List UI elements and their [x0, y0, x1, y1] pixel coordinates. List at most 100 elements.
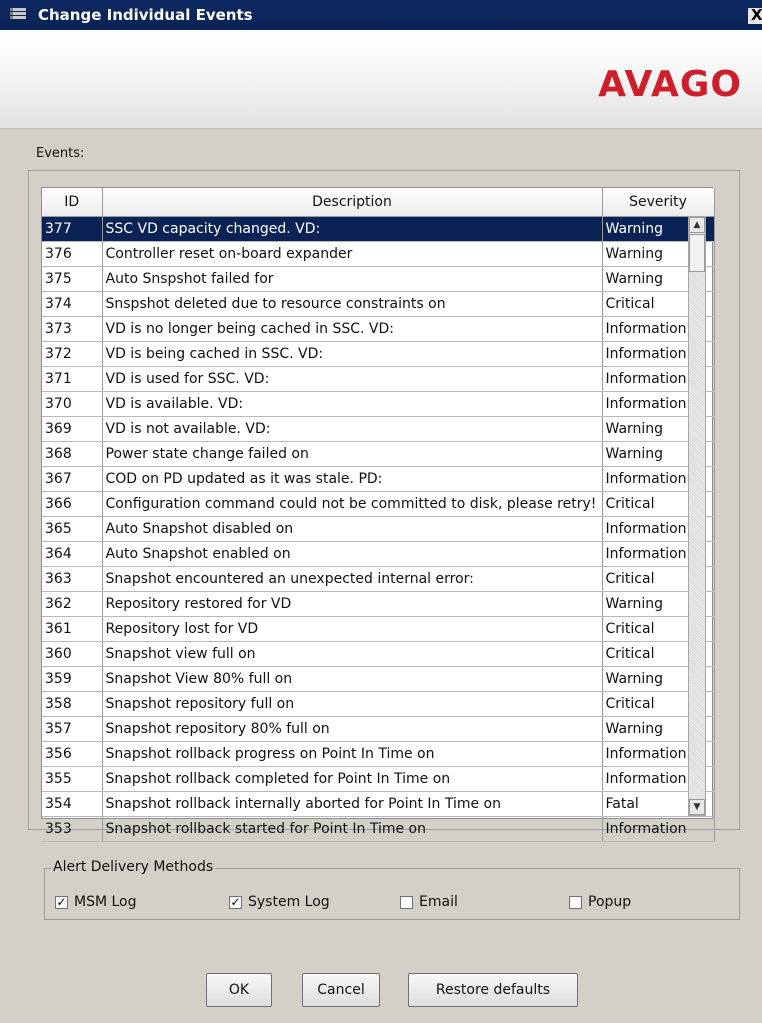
events-label: Events:: [36, 146, 85, 161]
popup-label: Popup: [588, 894, 632, 910]
event-id-cell: 376: [42, 241, 103, 267]
ok-button[interactable]: OK: [206, 973, 272, 1007]
event-id-cell: 377: [42, 216, 103, 242]
alert-delivery-group: Alert Delivery Methods ✓ MSM Log ✓ Syste…: [44, 859, 740, 920]
event-id-cell: 362: [42, 591, 103, 617]
system-log-check-icon[interactable]: ✓: [229, 895, 242, 909]
close-button[interactable]: X: [748, 8, 762, 24]
table-row[interactable]: 360 Snapshot view full on Critical: [42, 641, 715, 667]
event-description-cell: Snspshot deleted due to resource constra…: [102, 291, 603, 317]
column-header-id[interactable]: ID: [42, 188, 103, 217]
email-check-icon[interactable]: [400, 895, 413, 909]
table-row[interactable]: 373 VD is no longer being cached in SSC. …: [42, 316, 715, 342]
table-row[interactable]: 353 Snapshot rollback started for Point I…: [42, 816, 715, 842]
scroll-thumb[interactable]: [689, 234, 705, 272]
event-description-cell: VD is no longer being cached in SSC. VD:: [102, 316, 603, 342]
events-panel: ID Description Severity 377 SSC VD capaci…: [28, 170, 740, 842]
event-description-cell: VD is being cached in SSC. VD:: [102, 341, 603, 367]
event-id-cell: 370: [42, 391, 103, 417]
event-id-cell: 369: [42, 416, 103, 442]
scroll-down-button[interactable]: ▼: [689, 799, 705, 815]
event-description-cell: VD is available. VD:: [102, 391, 603, 417]
scroll-up-button[interactable]: ▲: [689, 217, 705, 233]
table-row[interactable]: 362 Repository restored for VD Warning: [42, 591, 715, 617]
events-scrollbar[interactable]: ▲ ▼: [688, 216, 706, 816]
event-id-cell: 364: [42, 541, 103, 567]
system-log-label: System Log: [248, 894, 330, 910]
app-icon: [10, 8, 26, 22]
event-description-cell: Repository restored for VD: [102, 591, 603, 617]
event-id-cell: 357: [42, 716, 103, 742]
events-table: ID Description Severity 377 SSC VD capaci…: [41, 187, 715, 842]
table-row[interactable]: 376 Controller reset on-board expander War…: [42, 241, 715, 267]
table-row[interactable]: 370 VD is available. VD: Information: [42, 391, 715, 417]
table-row[interactable]: 363 Snapshot encountered an unexpected in…: [42, 566, 715, 592]
table-row[interactable]: 357 Snapshot repository 80% full on Warnin…: [42, 716, 715, 742]
system-log-checkbox[interactable]: ✓ System Log: [229, 894, 330, 910]
event-description-cell: Snapshot repository 80% full on: [102, 716, 603, 742]
event-id-cell: 359: [42, 666, 103, 692]
event-description-cell: Power state change failed on: [102, 441, 603, 467]
event-description-cell: Auto Snspshot failed for: [102, 266, 603, 292]
popup-checkbox[interactable]: Popup: [569, 894, 631, 910]
event-id-cell: 360: [42, 641, 103, 667]
table-row[interactable]: 356 Snapshot rollback progress on Point I…: [42, 741, 715, 767]
event-id-cell: 363: [42, 566, 103, 592]
table-row[interactable]: 377 SSC VD capacity changed. VD: Warning: [42, 216, 715, 242]
table-row[interactable]: 371 VD is used for SSC. VD: Information: [42, 366, 715, 392]
popup-check-icon[interactable]: [569, 895, 582, 909]
table-row[interactable]: 375 Auto Snspshot failed for Warning: [42, 266, 715, 292]
msm-log-check-icon[interactable]: ✓: [55, 895, 68, 909]
event-description-cell: VD is used for SSC. VD:: [102, 366, 603, 392]
table-row[interactable]: 359 Snapshot View 80% full on Warning: [42, 666, 715, 692]
alert-delivery-legend: Alert Delivery Methods: [51, 859, 216, 875]
event-description-cell: Snapshot rollback completed for Point In…: [102, 766, 603, 792]
column-header-description[interactable]: Description: [102, 188, 603, 217]
table-row[interactable]: 364 Auto Snapshot enabled on Information: [42, 541, 715, 567]
event-id-cell: 358: [42, 691, 103, 717]
event-id-cell: 373: [42, 316, 103, 342]
event-description-cell: COD on PD updated as it was stale. PD:: [102, 466, 603, 492]
event-description-cell: Repository lost for VD: [102, 616, 603, 642]
event-id-cell: 367: [42, 466, 103, 492]
table-row[interactable]: 366 Configuration command could not be co…: [42, 491, 715, 517]
event-id-cell: 374: [42, 291, 103, 317]
cancel-button[interactable]: Cancel: [302, 973, 380, 1007]
avago-logo: AVAGO: [598, 64, 742, 105]
table-row[interactable]: 361 Repository lost for VD Critical: [42, 616, 715, 642]
event-id-cell: 365: [42, 516, 103, 542]
table-row[interactable]: 365 Auto Snapshot disabled on Information: [42, 516, 715, 542]
table-row[interactable]: 358 Snapshot repository full on Critical: [42, 691, 715, 717]
event-description-cell: Controller reset on-board expander: [102, 241, 603, 267]
event-description-cell: Configuration command could not be commi…: [102, 491, 603, 517]
email-label: Email: [419, 894, 458, 910]
event-description-cell: Snapshot encountered an unexpected inter…: [102, 566, 603, 592]
table-row[interactable]: 354 Snapshot rollback internally aborted …: [42, 791, 715, 817]
event-id-cell: 355: [42, 766, 103, 792]
event-id-cell: 371: [42, 366, 103, 392]
table-row[interactable]: 369 VD is not available. VD: Warning: [42, 416, 715, 442]
event-id-cell: 368: [42, 441, 103, 467]
event-id-cell: 354: [42, 791, 103, 817]
restore-defaults-button[interactable]: Restore defaults: [408, 973, 578, 1007]
table-row[interactable]: 355 Snapshot rollback completed for Point…: [42, 766, 715, 792]
table-row[interactable]: 368 Power state change failed on Warning: [42, 441, 715, 467]
event-id-cell: 356: [42, 741, 103, 767]
event-description-cell: Snapshot rollback progress on Point In T…: [102, 741, 603, 767]
event-description-cell: SSC VD capacity changed. VD:: [102, 216, 603, 242]
event-description-cell: Snapshot View 80% full on: [102, 666, 603, 692]
event-description-cell: Auto Snapshot enabled on: [102, 541, 603, 567]
event-description-cell: Auto Snapshot disabled on: [102, 516, 603, 542]
email-checkbox[interactable]: Email: [400, 894, 458, 910]
event-description-cell: Snapshot rollback internally aborted for…: [102, 791, 603, 817]
table-row[interactable]: 374 Snspshot deleted due to resource cons…: [42, 291, 715, 317]
event-description-cell: VD is not available. VD:: [102, 416, 603, 442]
event-id-cell: 366: [42, 491, 103, 517]
column-header-severity[interactable]: Severity: [602, 188, 715, 217]
table-row[interactable]: 372 VD is being cached in SSC. VD: Informa…: [42, 341, 715, 367]
msm-log-checkbox[interactable]: ✓ MSM Log: [55, 894, 137, 910]
event-description-cell: Snapshot view full on: [102, 641, 603, 667]
table-row[interactable]: 367 COD on PD updated as it was stale. PD…: [42, 466, 715, 492]
event-id-cell: 361: [42, 616, 103, 642]
event-id-cell: 375: [42, 266, 103, 292]
